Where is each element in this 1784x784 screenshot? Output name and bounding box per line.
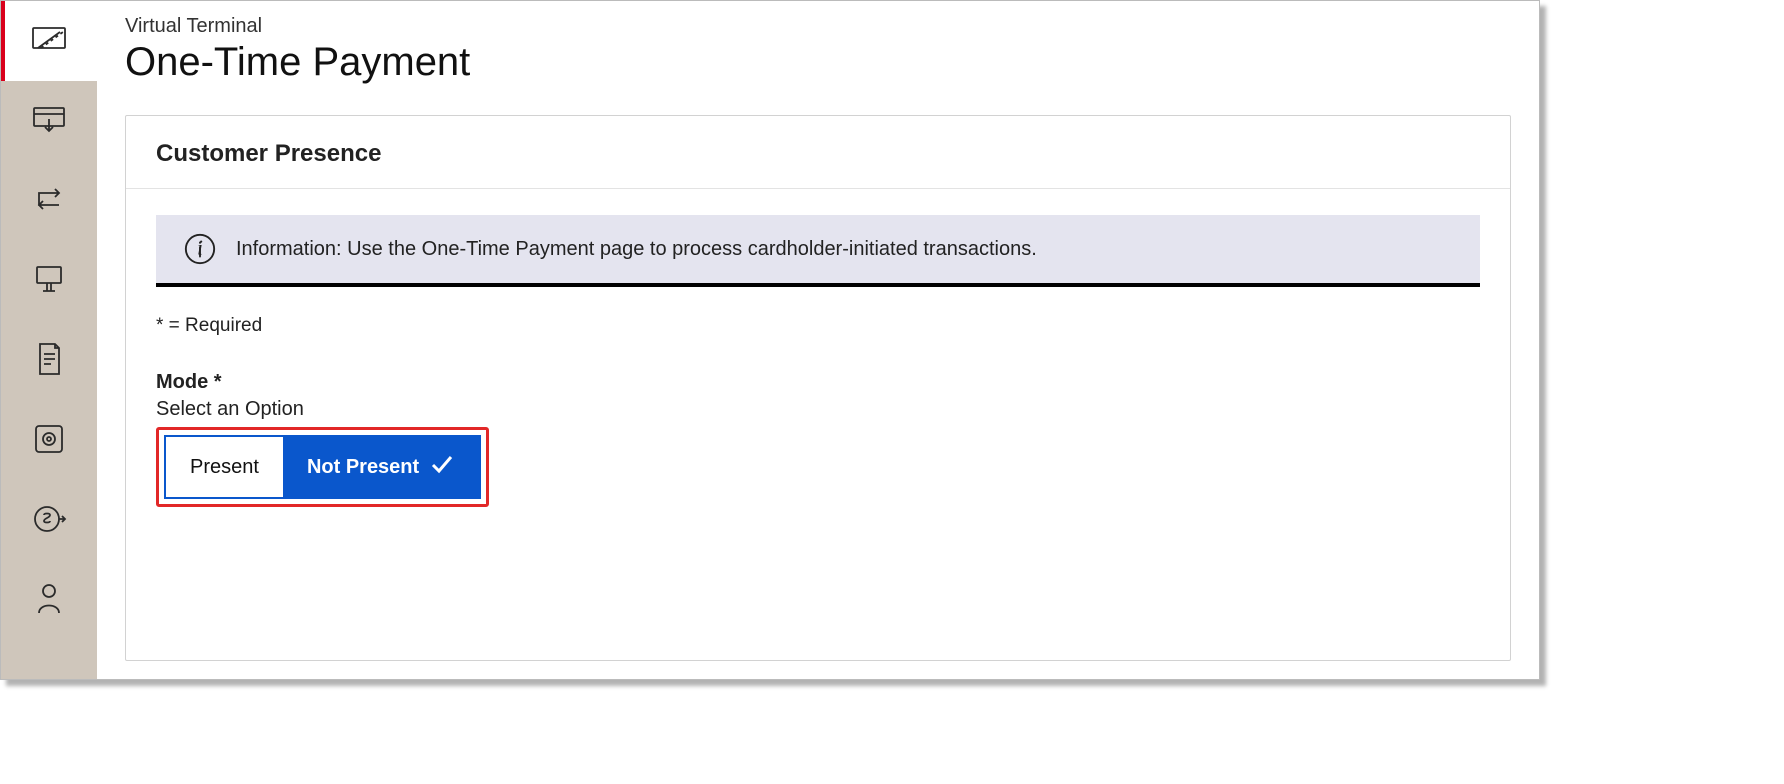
info-message: Information: Use the One-Time Payment pa…	[236, 238, 1037, 261]
breadcrumb: Virtual Terminal	[125, 15, 1511, 38]
deposit-icon	[31, 101, 67, 142]
sidebar-item-profile[interactable]	[1, 561, 97, 641]
receipt-icon	[31, 341, 67, 382]
settings-icon	[31, 421, 67, 462]
mode-label: Mode *	[156, 371, 1480, 394]
mode-option-present[interactable]: Present	[166, 437, 283, 497]
mode-option-not-present[interactable]: Not Present	[283, 437, 479, 497]
info-banner: i Information: Use the One-Time Payment …	[156, 215, 1480, 287]
page-title: One-Time Payment	[125, 40, 1511, 85]
payout-icon	[31, 501, 67, 542]
sidebar-item-payout[interactable]	[1, 481, 97, 561]
sidebar	[1, 1, 97, 679]
mode-toggle: Present Not Present	[164, 435, 481, 499]
info-icon: i	[182, 231, 218, 267]
sidebar-item-reader[interactable]	[1, 241, 97, 321]
check-icon	[429, 451, 455, 483]
customer-presence-card: Customer Presence i Information: Use the…	[125, 115, 1511, 661]
svg-text:i: i	[197, 237, 203, 260]
required-note: * = Required	[156, 315, 1480, 337]
sidebar-item-terminal[interactable]	[1, 1, 97, 81]
card-heading: Customer Presence	[126, 116, 1510, 189]
sidebar-item-deposit[interactable]	[1, 81, 97, 161]
mode-option-label: Not Present	[307, 456, 419, 479]
sidebar-item-receipt[interactable]	[1, 321, 97, 401]
mode-toggle-highlight: Present Not Present	[156, 427, 489, 507]
main-content: Virtual Terminal One-Time Payment Custom…	[97, 1, 1539, 679]
card-reader-icon	[31, 261, 67, 302]
person-icon	[31, 581, 67, 622]
terminal-icon	[31, 21, 67, 62]
transfer-icon	[31, 181, 67, 222]
mode-option-label: Present	[190, 456, 259, 479]
sidebar-item-transfer[interactable]	[1, 161, 97, 241]
mode-helper: Select an Option	[156, 398, 1480, 421]
sidebar-item-settings[interactable]	[1, 401, 97, 481]
